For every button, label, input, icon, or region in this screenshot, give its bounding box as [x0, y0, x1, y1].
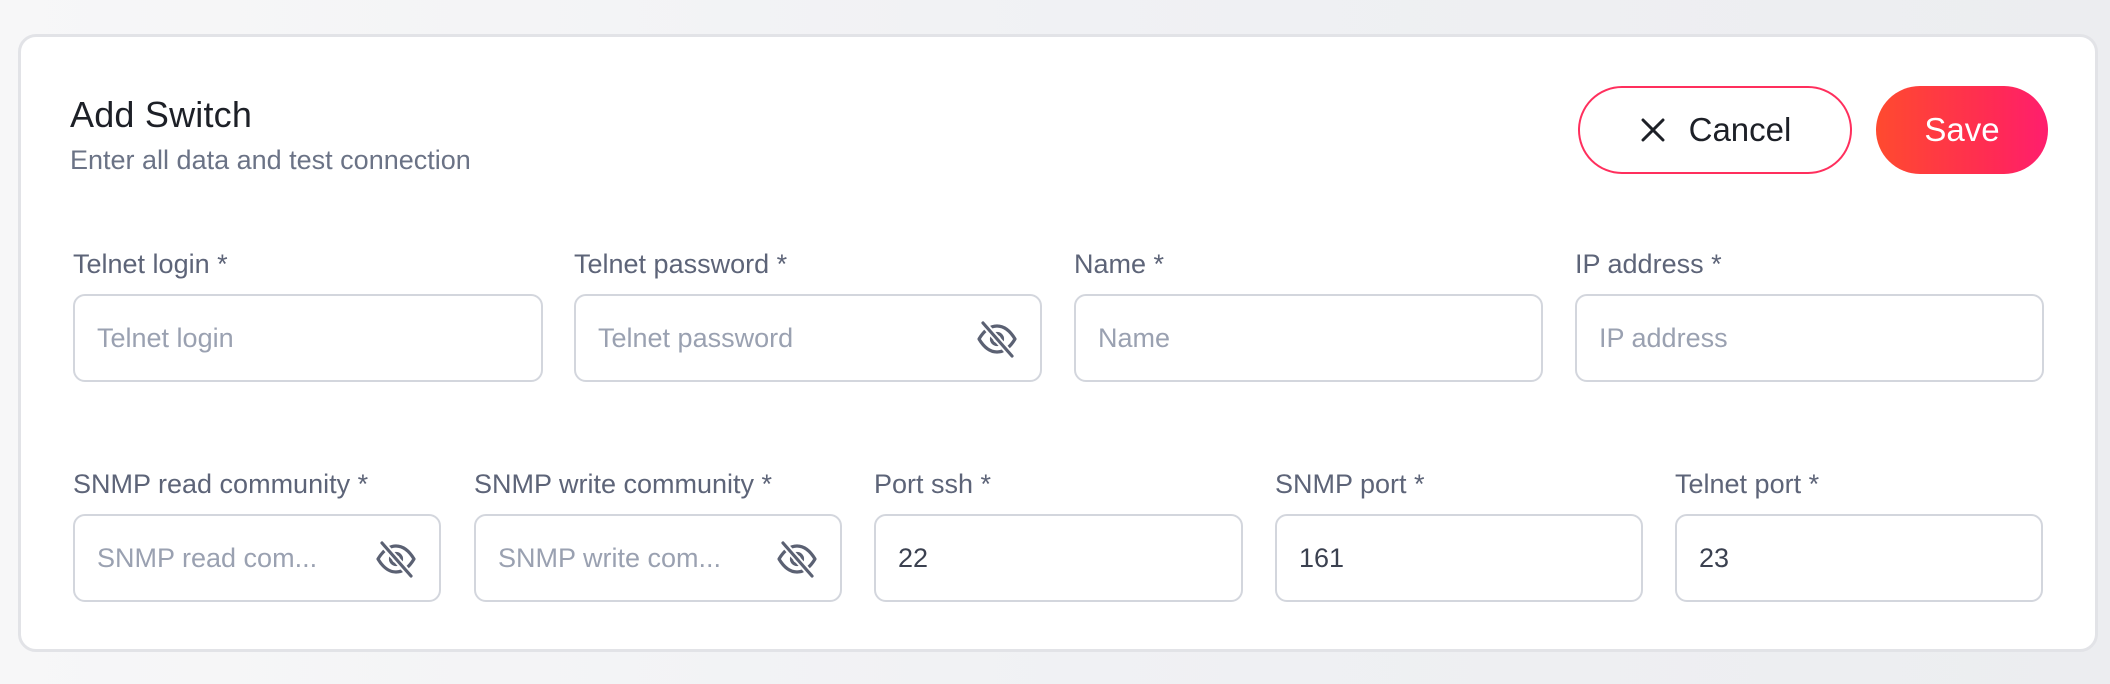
page-title: Add Switch: [70, 94, 253, 135]
snmp-read-community-label: SNMP read community *: [73, 469, 369, 499]
telnet-port-label: Telnet port *: [1675, 469, 1820, 499]
page-subtitle: Enter all data and test connection: [70, 145, 471, 175]
save-button[interactable]: Save: [1876, 86, 2048, 174]
snmp-write-community-label: SNMP write community *: [474, 469, 773, 499]
snmp-port-label: SNMP port *: [1275, 469, 1425, 499]
ip-address-label: IP address *: [1575, 249, 1722, 279]
snmp-port-input[interactable]: [1275, 514, 1643, 602]
port-ssh-input[interactable]: [874, 514, 1243, 602]
eye-off-icon[interactable]: [776, 538, 818, 580]
close-icon: [1641, 118, 1665, 142]
telnet-login-input[interactable]: [73, 294, 543, 382]
save-button-label: Save: [1924, 111, 2000, 148]
ip-address-input[interactable]: [1575, 294, 2044, 382]
telnet-password-input[interactable]: [574, 294, 1042, 382]
name-label: Name *: [1074, 249, 1165, 279]
cancel-button-label: Cancel: [1688, 111, 1792, 148]
telnet-password-label: Telnet password *: [574, 249, 788, 279]
name-input[interactable]: [1074, 294, 1543, 382]
cancel-button[interactable]: Cancel: [1578, 86, 1852, 174]
eye-off-icon[interactable]: [375, 538, 417, 580]
port-ssh-label: Port ssh *: [874, 469, 992, 499]
eye-off-icon[interactable]: [976, 318, 1018, 360]
telnet-port-input[interactable]: [1675, 514, 2043, 602]
telnet-login-label: Telnet login *: [73, 249, 228, 279]
add-switch-card: Add Switch Enter all data and test conne…: [18, 34, 2098, 652]
